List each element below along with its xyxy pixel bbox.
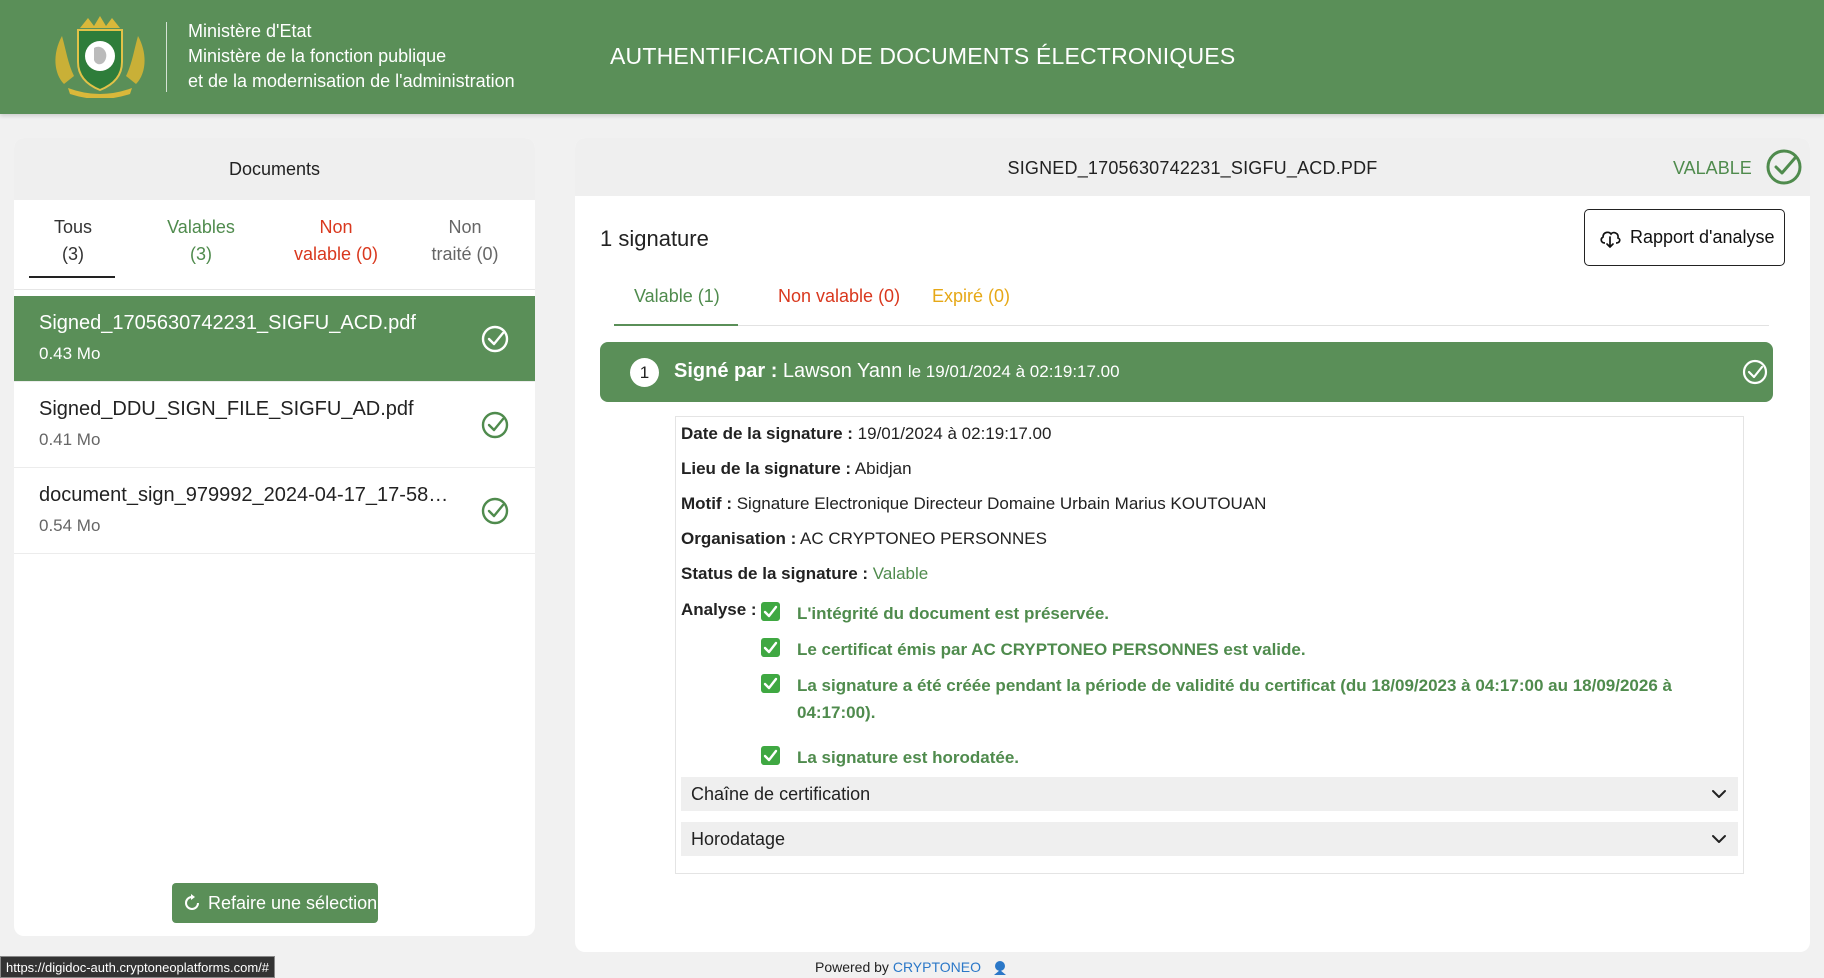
timestamp-label: Horodatage: [691, 829, 786, 849]
document-list: Signed_1705630742231_SIGFU_ACD.pdf 0.43 …: [14, 296, 535, 554]
signature-header[interactable]: 1 Signé par : Lawson Yann le 19/01/2024 …: [600, 342, 1773, 402]
checkbox-checked-icon: [761, 602, 780, 621]
tab-all-label: Tous: [53, 217, 93, 237]
document-size: 0.41 Mo: [39, 430, 101, 449]
signature-place-row: Lieu de la signature : Abidjan: [681, 459, 912, 479]
reset-selection-button[interactable]: Refaire une sélection: [172, 883, 378, 923]
document-name: Signed_DDU_SIGN_FILE_SIGFU_AD.pdf: [39, 398, 414, 420]
documents-panel: Documents Tous (3) Valables (3) Non vala…: [14, 138, 535, 936]
tab-invalid[interactable]: Non valable (0): [270, 214, 402, 268]
document-size: 0.43 Mo: [39, 344, 101, 363]
document-name: document_sign_979992_2024-04-17_17-58…: [39, 484, 449, 506]
signature-status-value: Valable: [872, 564, 929, 583]
powered-by-label: Powered by: [815, 959, 889, 975]
signer-name: Lawson Yann: [782, 360, 903, 382]
check-circle-icon: [481, 325, 509, 353]
checkbox-checked-icon: [761, 638, 780, 657]
document-item[interactable]: Signed_DDU_SIGN_FILE_SIGFU_AD.pdf 0.41 M…: [14, 382, 535, 468]
certification-chain-accordion[interactable]: Chaîne de certification: [681, 777, 1738, 811]
documents-title: Documents: [14, 138, 535, 200]
ministry-line-3: et de la modernisation de l'administrati…: [188, 71, 515, 91]
chevron-down-icon: [1712, 790, 1726, 798]
reason-value: Signature Electronique Directeur Domaine…: [736, 494, 1267, 513]
organisation-value: AC CRYPTONEO PERSONNES: [800, 529, 1047, 548]
cloud-download-icon: [1600, 231, 1621, 248]
tab-invalid-count: valable (0): [293, 244, 379, 264]
signature-tabs: Valable (1) Non valable (0) Expiré (0): [614, 286, 1769, 326]
brand-link[interactable]: CRYPTONEO: [893, 959, 981, 975]
checkbox-checked-icon: [761, 674, 780, 693]
date-value: 19/01/2024 à 02:19:17.00: [857, 424, 1052, 443]
document-detail-header: SIGNED_1705630742231_SIGFU_ACD.PDF VALAB…: [575, 138, 1810, 196]
document-item[interactable]: Signed_1705630742231_SIGFU_ACD.pdf 0.43 …: [14, 296, 535, 382]
signature-status-row: Status de la signature : Valable: [681, 564, 928, 584]
tab-all-count: (3): [62, 244, 84, 264]
chevron-down-icon: [1712, 835, 1726, 843]
tab-valid-label: Valables: [167, 217, 235, 237]
organisation-label: Organisation :: [681, 529, 797, 548]
analysis-text: L'intégrité du document est préservée.: [797, 604, 1110, 623]
check-circle-icon: [481, 411, 509, 439]
signature-date: le 19/01/2024 à 02:19:17.00: [907, 362, 1120, 381]
signature-details: Date de la signature : 19/01/2024 à 02:1…: [675, 416, 1744, 874]
signed-by-label: Signé par :: [674, 360, 778, 382]
tab-valid-signatures[interactable]: Valable (1): [634, 286, 720, 307]
active-signature-tab-indicator: [614, 324, 738, 326]
date-label: Date de la signature :: [681, 424, 853, 443]
header-divider: [166, 22, 167, 92]
checkbox-checked-icon: [761, 746, 780, 765]
signed-by: Signé par : Lawson Yann le 19/01/2024 à …: [674, 360, 1120, 383]
signature-status-label: Status de la signature :: [681, 564, 869, 583]
organisation-row: Organisation : AC CRYPTONEO PERSONNES: [681, 529, 1047, 549]
signature-number-badge: 1: [630, 358, 659, 387]
brand-badge-icon: [994, 961, 1006, 975]
ministry-line-1: Ministère d'Etat: [188, 21, 312, 41]
refresh-icon: [185, 894, 199, 910]
document-detail-panel: SIGNED_1705630742231_SIGFU_ACD.PDF VALAB…: [575, 138, 1810, 952]
file-title: SIGNED_1705630742231_SIGFU_ACD.PDF: [1007, 158, 1378, 178]
check-circle-icon: [1742, 359, 1768, 385]
analysis-text: La signature est horodatée.: [797, 748, 1019, 767]
tab-untreated[interactable]: Non traité (0): [406, 214, 524, 268]
document-status: VALABLE: [1673, 158, 1752, 178]
analysis-label-row: Analyse :: [681, 600, 757, 620]
place-label: Lieu de la signature :: [681, 459, 852, 478]
analysis-report-button[interactable]: Rapport d'analyse: [1584, 209, 1785, 266]
signature-reason-row: Motif : Signature Electronique Directeur…: [681, 494, 1266, 514]
app-header: Ministère d'Etat Ministère de la fonctio…: [0, 0, 1824, 114]
tab-all[interactable]: Tous (3): [30, 214, 116, 268]
ministry-name: Ministère d'Etat Ministère de la fonctio…: [188, 19, 515, 94]
check-circle-icon: [481, 497, 509, 525]
app-title: AUTHENTIFICATION DE DOCUMENTS ÉLECTRONIQ…: [610, 43, 1236, 69]
document-item[interactable]: document_sign_979992_2024-04-17_17-58… 0…: [14, 468, 535, 554]
ministry-line-2: Ministère de la fonction publique: [188, 46, 447, 66]
browser-status-url: https://digidoc-auth.cryptoneoplatforms.…: [0, 956, 276, 978]
signature-date-row: Date de la signature : 19/01/2024 à 02:1…: [681, 424, 1051, 444]
tab-untreated-count: traité (0): [431, 244, 499, 264]
tab-invalid-label: Non: [319, 217, 353, 237]
tab-expired-signatures[interactable]: Expiré (0): [932, 286, 1010, 307]
reset-selection-label: Refaire une sélection: [208, 893, 378, 913]
powered-by: Powered by CRYPTONEO: [815, 959, 1006, 975]
analysis-text: Le certificat émis par AC CRYPTONEO PERS…: [797, 640, 1306, 659]
analysis-label: Analyse :: [681, 600, 757, 619]
place-value: Abidjan: [854, 459, 912, 478]
analysis-text: La signature a été créée pendant la péri…: [797, 676, 1672, 722]
active-tab-indicator: [29, 276, 115, 278]
certification-chain-label: Chaîne de certification: [691, 784, 871, 804]
tab-valid[interactable]: Valables (3): [136, 214, 266, 268]
analysis-report-label: Rapport d'analyse: [1630, 227, 1775, 247]
tab-valid-count: (3): [190, 244, 212, 264]
document-name: Signed_1705630742231_SIGFU_ACD.pdf: [39, 312, 416, 334]
tab-invalid-signatures[interactable]: Non valable (0): [778, 286, 900, 307]
timestamp-accordion[interactable]: Horodatage: [681, 822, 1738, 856]
tab-untreated-label: Non: [448, 217, 482, 237]
check-circle-icon: [1766, 149, 1802, 185]
coat-of-arms-logo: [55, 16, 145, 98]
signature-count: 1 signature: [600, 226, 709, 251]
reason-label: Motif :: [681, 494, 732, 513]
document-size: 0.54 Mo: [39, 516, 101, 535]
